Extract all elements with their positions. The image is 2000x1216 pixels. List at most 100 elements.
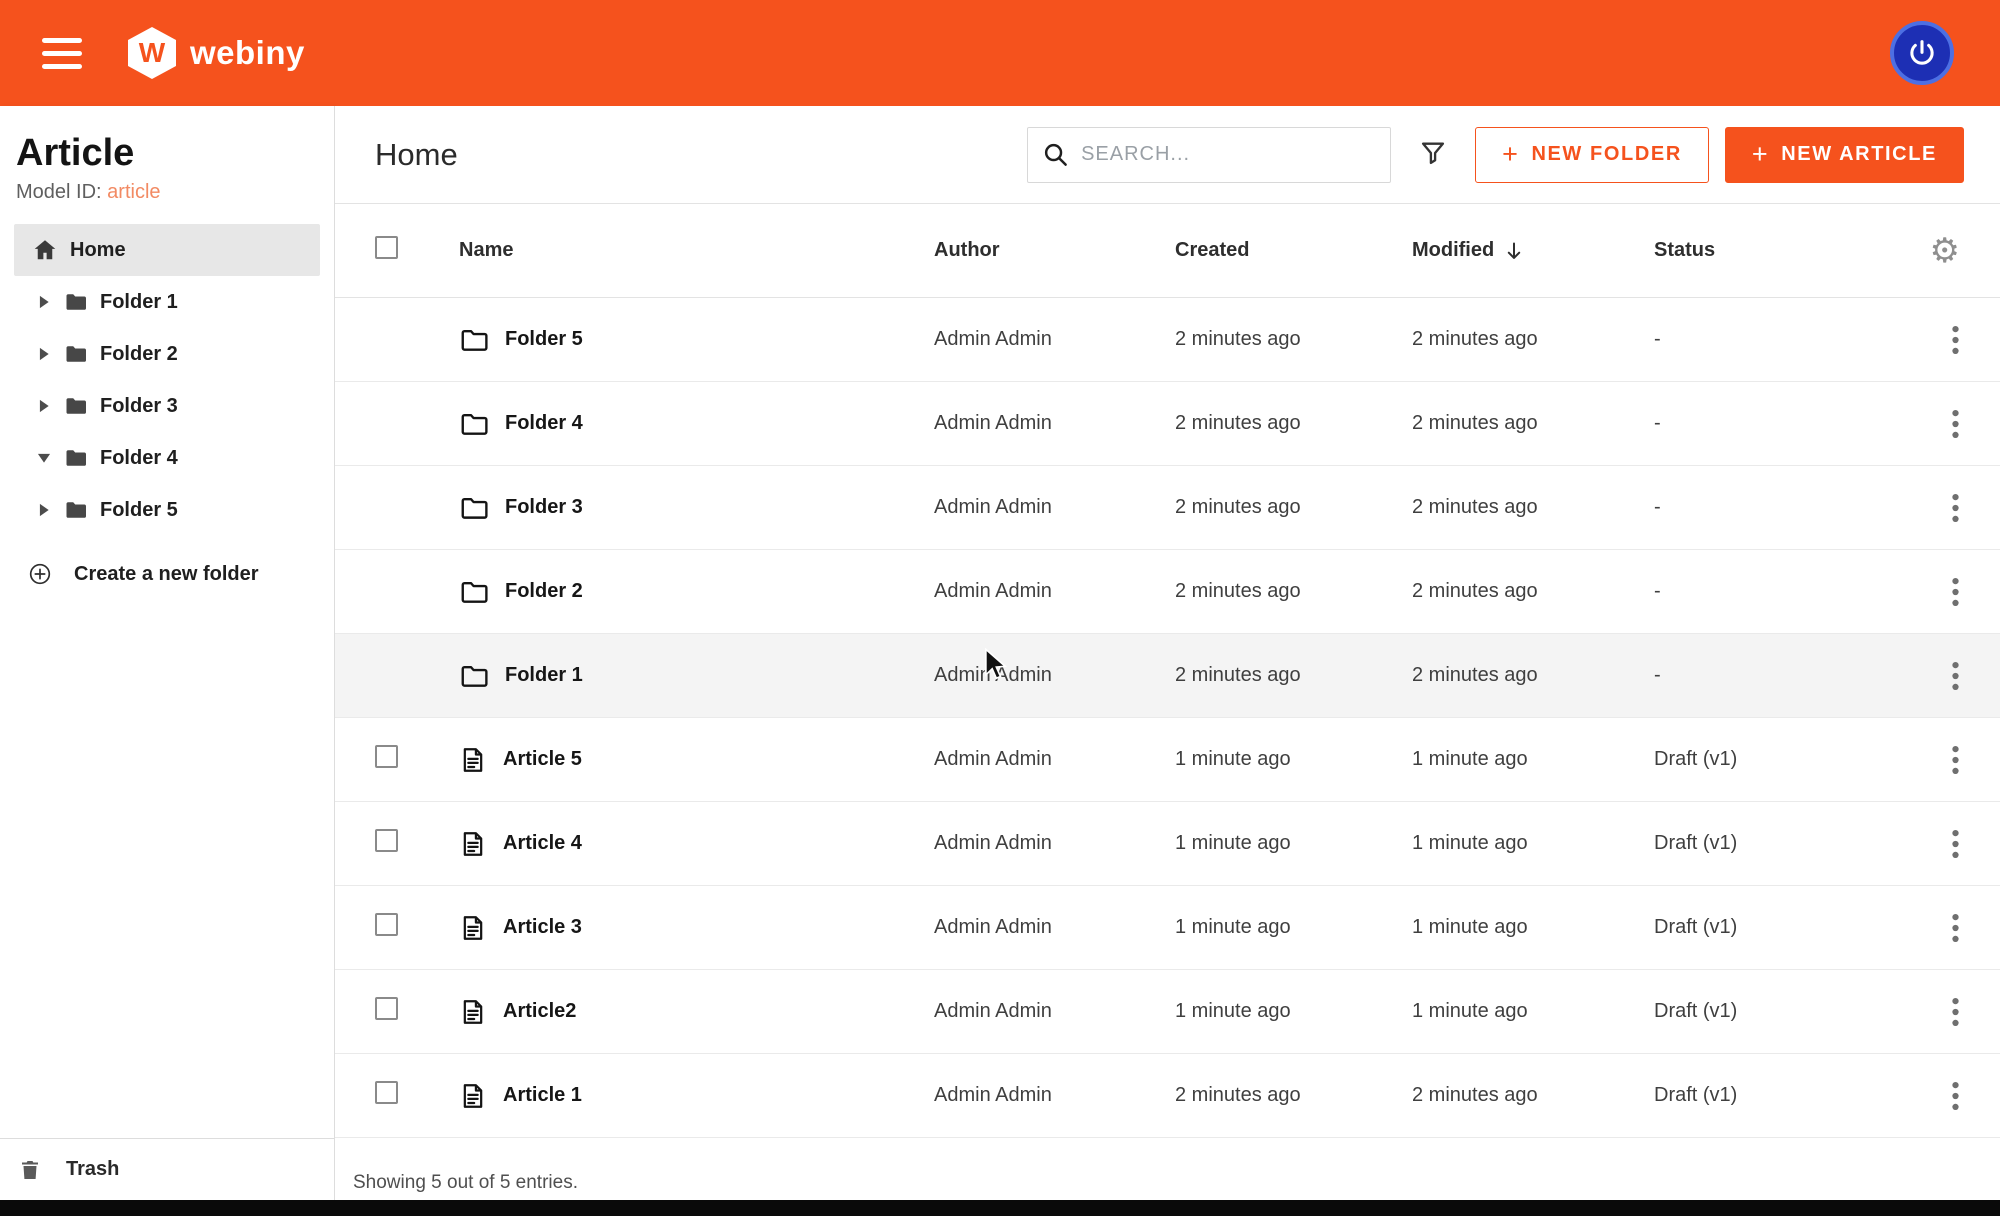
row-name[interactable]: Folder 3 xyxy=(459,493,934,523)
row-menu-icon[interactable] xyxy=(1951,493,1960,523)
row-name[interactable]: Folder 4 xyxy=(459,409,934,439)
new-folder-label: NEW FOLDER xyxy=(1531,143,1681,166)
row-name-label: Folder 3 xyxy=(505,496,583,519)
row-modified: 1 minute ago xyxy=(1412,748,1654,771)
row-menu-icon[interactable] xyxy=(1951,661,1960,691)
breadcrumb-title: Home xyxy=(375,137,458,173)
model-id-label: Model ID: xyxy=(16,181,102,203)
create-folder-button[interactable]: Create a new folder xyxy=(14,550,320,598)
chevron-right-icon[interactable] xyxy=(38,503,54,517)
row-modified: 1 minute ago xyxy=(1412,1000,1654,1023)
sidebar-item-folder-3[interactable]: Folder 3 xyxy=(14,380,320,432)
column-header-name[interactable]: Name xyxy=(459,239,934,262)
table-row[interactable]: Folder 5Admin Admin2 minutes ago2 minute… xyxy=(335,298,2000,382)
chevron-right-icon[interactable] xyxy=(38,295,54,309)
row-name[interactable]: Folder 2 xyxy=(459,577,934,607)
table-row[interactable]: Article 3Admin Admin1 minute ago1 minute… xyxy=(335,886,2000,970)
chevron-right-icon[interactable] xyxy=(38,399,54,413)
row-name-label: Folder 2 xyxy=(505,580,583,603)
row-name[interactable]: Article 3 xyxy=(459,914,934,942)
menu-icon[interactable] xyxy=(42,38,82,69)
row-author: Admin Admin xyxy=(934,916,1175,939)
row-checkbox[interactable] xyxy=(375,997,398,1020)
plus-icon: + xyxy=(1502,141,1519,168)
table-footer: Showing 5 out of 5 entries. xyxy=(335,1138,2000,1194)
table-row[interactable]: Article2Admin Admin1 minute ago1 minute … xyxy=(335,970,2000,1054)
row-author: Admin Admin xyxy=(934,1084,1175,1107)
chevron-down-icon[interactable] xyxy=(38,451,54,465)
row-checkbox[interactable] xyxy=(375,1081,398,1104)
home-icon xyxy=(32,237,58,263)
model-title: Article xyxy=(0,106,334,181)
row-menu-icon[interactable] xyxy=(1951,325,1960,355)
row-checkbox[interactable] xyxy=(375,829,398,852)
create-folder-label: Create a new folder xyxy=(74,563,259,586)
row-status: - xyxy=(1654,496,1900,519)
sidebar-item-folder-1[interactable]: Folder 1 xyxy=(14,276,320,328)
row-menu-icon[interactable] xyxy=(1951,577,1960,607)
search-box[interactable] xyxy=(1027,127,1391,183)
settings-gear-icon[interactable]: ⚙ xyxy=(1930,234,1960,268)
row-menu-icon[interactable] xyxy=(1951,1081,1960,1111)
row-menu-icon[interactable] xyxy=(1951,913,1960,943)
filter-button[interactable] xyxy=(1419,139,1447,170)
table-row[interactable]: Folder 4Admin Admin2 minutes ago2 minute… xyxy=(335,382,2000,466)
row-name[interactable]: Article2 xyxy=(459,998,934,1026)
new-folder-button[interactable]: + NEW FOLDER xyxy=(1475,127,1709,183)
row-name[interactable]: Article 1 xyxy=(459,1082,934,1110)
row-name-label: Article2 xyxy=(503,1000,576,1023)
table-row[interactable]: Article 5Admin Admin1 minute ago1 minute… xyxy=(335,718,2000,802)
table-header: Name Author Created Modified Status ⚙ xyxy=(335,204,2000,298)
folder-icon xyxy=(64,394,88,418)
table-row[interactable]: Folder 2Admin Admin2 minutes ago2 minute… xyxy=(335,550,2000,634)
row-name[interactable]: Folder 1 xyxy=(459,661,934,691)
row-modified: 2 minutes ago xyxy=(1412,328,1654,351)
column-header-author[interactable]: Author xyxy=(934,239,1175,262)
row-name[interactable]: Folder 5 xyxy=(459,325,934,355)
table-body: Folder 5Admin Admin2 minutes ago2 minute… xyxy=(335,298,2000,1138)
account-button[interactable] xyxy=(1890,21,1954,85)
row-name[interactable]: Article 5 xyxy=(459,746,934,774)
trash-button[interactable]: Trash xyxy=(18,1158,119,1182)
folder-icon xyxy=(459,493,489,523)
row-menu-icon[interactable] xyxy=(1951,997,1960,1027)
table-row[interactable]: Article 4Admin Admin1 minute ago1 minute… xyxy=(335,802,2000,886)
sort-desc-icon xyxy=(1502,239,1526,263)
row-menu-icon[interactable] xyxy=(1951,409,1960,439)
column-header-modified[interactable]: Modified xyxy=(1412,239,1654,263)
row-menu-icon[interactable] xyxy=(1951,745,1960,775)
entries-count: Showing 5 out of 5 entries. xyxy=(353,1172,578,1193)
folder-tree: Home Folder 1Folder 2Folder 3Folder 4Fold… xyxy=(0,224,334,536)
folder-icon xyxy=(64,446,88,470)
row-modified: 1 minute ago xyxy=(1412,916,1654,939)
row-name[interactable]: Article 4 xyxy=(459,830,934,858)
search-icon xyxy=(1042,141,1069,168)
new-article-button[interactable]: + NEW ARTICLE xyxy=(1725,127,1964,183)
model-id-value: article xyxy=(107,181,160,203)
row-checkbox[interactable] xyxy=(375,745,398,768)
row-author: Admin Admin xyxy=(934,832,1175,855)
sidebar-item-folder-2[interactable]: Folder 2 xyxy=(14,328,320,380)
toolbar-controls: + NEW FOLDER + NEW ARTICLE xyxy=(1027,127,1964,183)
select-all-checkbox[interactable] xyxy=(375,236,398,259)
trash-label: Trash xyxy=(66,1158,119,1181)
row-menu-icon[interactable] xyxy=(1951,829,1960,859)
sidebar-item-label: Home xyxy=(70,239,126,262)
power-icon xyxy=(1906,37,1938,69)
sidebar-item-folder-5[interactable]: Folder 5 xyxy=(14,484,320,536)
sidebar-item-home[interactable]: Home xyxy=(14,224,320,276)
row-name-label: Folder 1 xyxy=(505,664,583,687)
row-modified: 1 minute ago xyxy=(1412,832,1654,855)
sidebar-item-folder-4[interactable]: Folder 4 xyxy=(14,432,320,484)
folder-icon xyxy=(64,290,88,314)
chevron-right-icon[interactable] xyxy=(38,347,54,361)
column-header-status[interactable]: Status xyxy=(1654,239,1900,262)
row-checkbox[interactable] xyxy=(375,913,398,936)
webiny-logo: W webiny xyxy=(128,27,305,79)
search-input[interactable] xyxy=(1081,143,1376,166)
table-row[interactable]: Article 1Admin Admin2 minutes ago2 minut… xyxy=(335,1054,2000,1138)
column-header-created[interactable]: Created xyxy=(1175,239,1412,262)
plus-icon: + xyxy=(1752,141,1769,168)
table-row[interactable]: Folder 3Admin Admin2 minutes ago2 minute… xyxy=(335,466,2000,550)
table-row[interactable]: Folder 1Admin Admin2 minutes ago2 minute… xyxy=(335,634,2000,718)
